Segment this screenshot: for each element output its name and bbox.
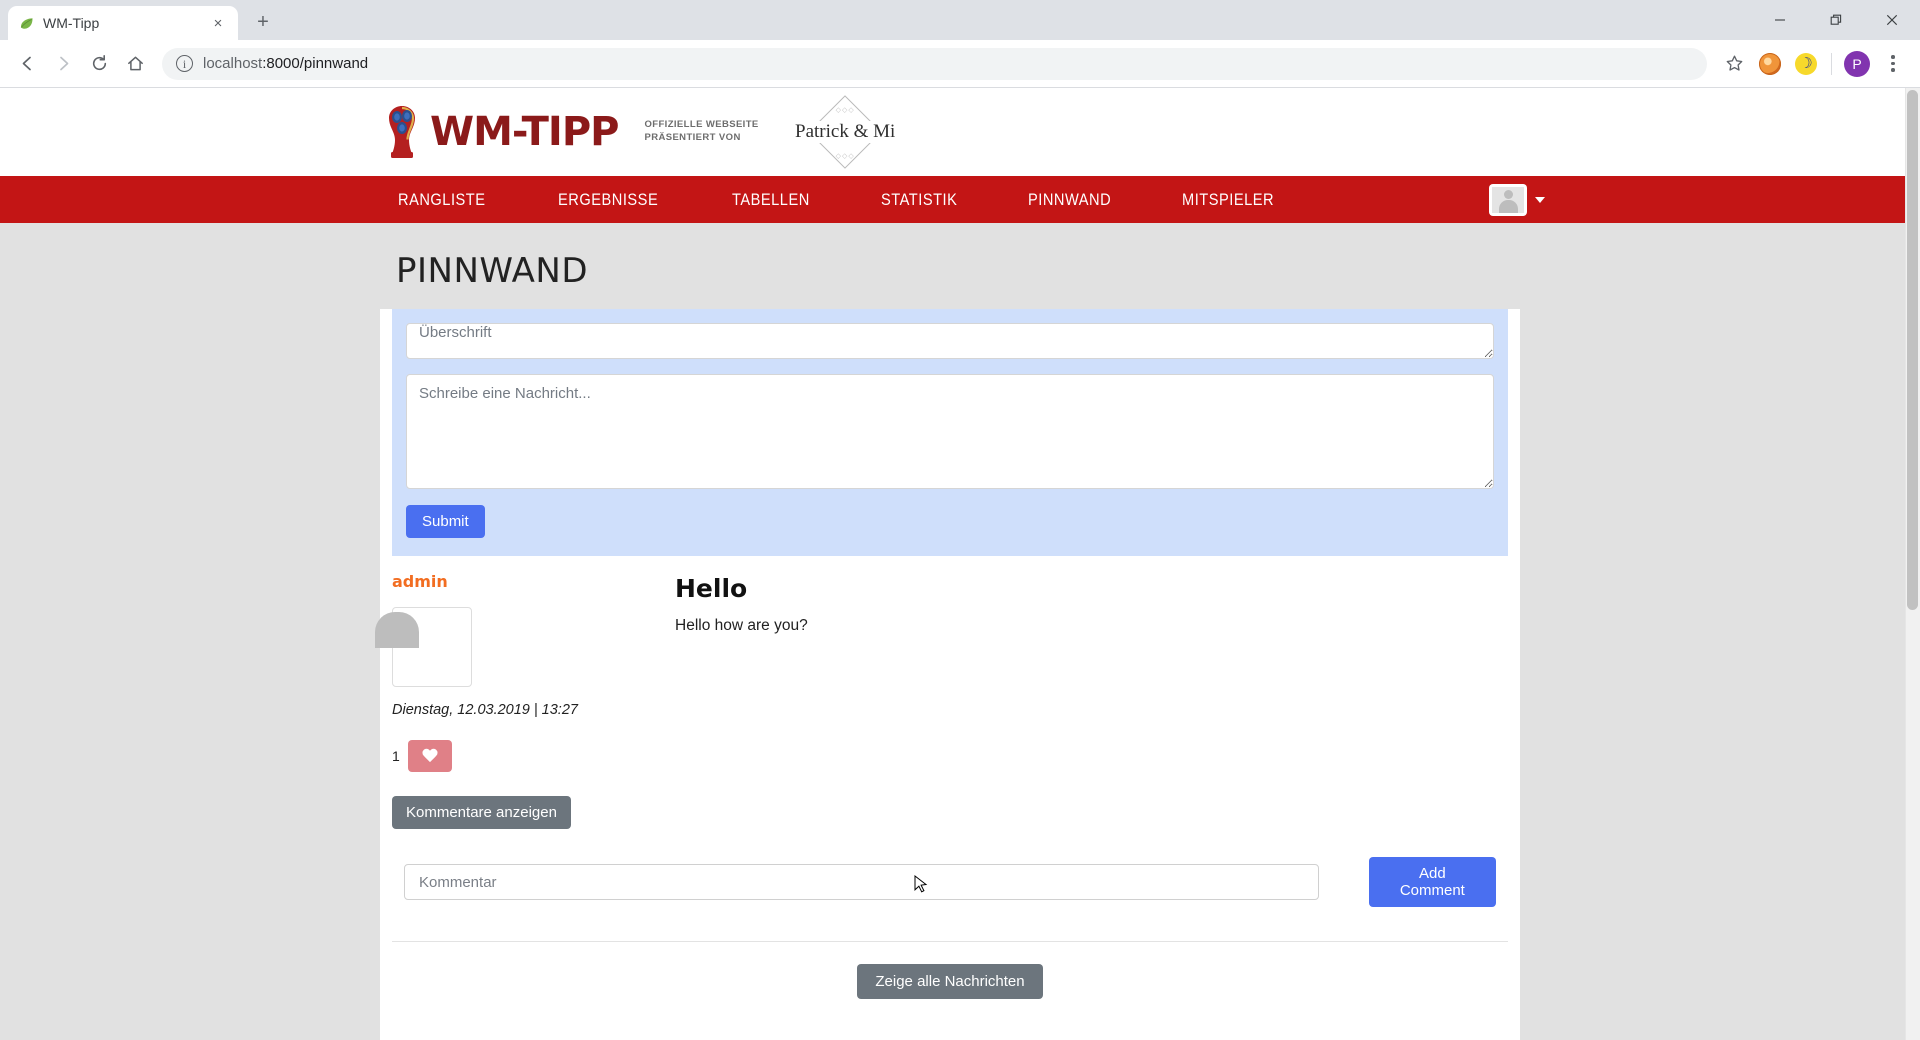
post-author[interactable]: admin [392,572,675,591]
post-body: Hello how are you? [675,617,808,634]
show-all-messages-button[interactable]: Zeige alle Nachrichten [857,964,1043,999]
maximize-button[interactable] [1808,0,1864,40]
page-scrollbar[interactable] [1905,88,1920,1040]
tab-title: WM-Tipp [43,15,100,31]
nav-item-pinnwand[interactable]: PINNWAND [1028,190,1111,210]
post-message-input[interactable] [406,374,1494,489]
nav-item-tabellen[interactable]: TABELLEN [732,190,810,210]
presented-line-2: PRÄSENTIERT VON [644,132,741,143]
dark-mode-moon-icon[interactable]: ☽ [1789,47,1823,81]
scrollbar-thumb[interactable] [1907,90,1918,610]
main-content: PINNWAND Submit admin [0,251,1905,1040]
browser-toolbar: i localhost:8000/pinnwand ☽ P [0,40,1920,88]
post-content-column: Hello Hello how are you? [675,572,1508,829]
home-button[interactable] [118,47,152,81]
profile-avatar[interactable]: P [1840,47,1874,81]
leaf-icon [18,15,35,32]
cookie-extension-icon[interactable] [1753,47,1787,81]
page-title: PINNWAND [396,251,589,291]
user-placeholder-icon[interactable] [1489,183,1527,216]
comment-input[interactable] [404,864,1319,900]
nav-item-rangliste[interactable]: RANGLISTE [398,190,486,210]
nav-item-mitspieler[interactable]: MITSPIELER [1182,190,1274,210]
partner-logo: ◇◇◇ Patrick & Mi ◇◇◇ [793,95,898,169]
presented-by-text: OFFIZIELLE WEBSEITE PRÄSENTIERT VON [644,119,758,145]
kebab-menu-icon[interactable] [1876,47,1910,81]
chevron-down-icon[interactable] [1535,196,1545,203]
browser-window: WM-Tipp × + i localhost:8000/pinnwand ☽ … [0,0,1920,1040]
page-content: WM-TIPP OFFIZIELLE WEBSEITE PRÄSENTIERT … [0,88,1905,1040]
content-card: Submit admin Dienstag, 12.03.2019 | 13:2… [380,309,1520,1040]
tab-close-icon[interactable]: × [208,13,228,33]
post-layout: admin Dienstag, 12.03.2019 | 13:27 1 Kom [392,556,1508,829]
show-comments-button[interactable]: Kommentare anzeigen [392,796,571,829]
post-title: Hello [675,574,748,603]
like-count: 1 [392,748,400,764]
url-host: localhost [203,55,263,72]
like-button[interactable] [407,740,452,772]
url-text: localhost:8000/pinnwand [203,55,368,72]
site-header: WM-TIPP OFFIZIELLE WEBSEITE PRÄSENTIERT … [0,88,1905,176]
diamond-dots-bottom-icon: ◇◇◇ [835,153,855,160]
window-controls [1752,0,1920,40]
partner-name: Patrick & Mi [793,121,898,143]
post-timestamp: Dienstag, 12.03.2019 | 13:27 [392,702,578,718]
world-cup-trophy-icon [380,104,424,160]
site-logo[interactable]: WM-TIPP OFFIZIELLE WEBSEITE PRÄSENTIERT … [380,95,898,169]
forward-button[interactable] [46,47,80,81]
submit-button[interactable]: Submit [406,505,485,538]
post-title-input[interactable] [406,323,1494,359]
new-tab-button[interactable]: + [248,7,278,37]
browser-tab[interactable]: WM-Tipp × [8,6,238,40]
tab-strip: WM-Tipp × + [0,0,1920,40]
nav-item-statistik[interactable]: STATISTIK [881,190,957,210]
post-meta-column: admin Dienstag, 12.03.2019 | 13:27 1 Kom [392,572,675,829]
bookmark-star-icon[interactable] [1717,47,1751,81]
presented-line-1: OFFIZIELLE WEBSEITE [644,119,759,131]
post-author-avatar [392,607,472,687]
heart-icon [422,749,438,764]
user-menu[interactable] [1489,183,1545,216]
post-item: admin Dienstag, 12.03.2019 | 13:27 1 Kom [380,556,1520,907]
logo-wordmark: WM-TIPP [430,109,619,155]
compose-form: Submit [392,309,1508,556]
url-path: :8000/pinnwand [262,55,369,72]
site-info-icon[interactable]: i [176,55,193,72]
reload-button[interactable] [82,47,116,81]
comment-row: Add Comment [392,857,1508,907]
main-navigation: RANGLISTE ERGEBNISSE TABELLEN STATISTIK … [0,176,1905,223]
back-button[interactable] [10,47,44,81]
show-all-wrap: Zeige alle Nachrichten [380,942,1520,999]
nav-item-ergebnisse[interactable]: ERGEBNISSE [558,190,658,210]
close-window-button[interactable] [1864,0,1920,40]
minimize-button[interactable] [1752,0,1808,40]
page-viewport: WM-TIPP OFFIZIELLE WEBSEITE PRÄSENTIERT … [0,88,1920,1040]
diamond-dots-top-icon: ◇◇◇ [835,107,855,114]
address-bar[interactable]: i localhost:8000/pinnwand [162,47,1707,80]
profile-initial: P [1844,50,1870,77]
like-row: 1 [392,740,675,772]
toolbar-divider [1831,52,1832,75]
add-comment-button[interactable]: Add Comment [1368,857,1496,907]
